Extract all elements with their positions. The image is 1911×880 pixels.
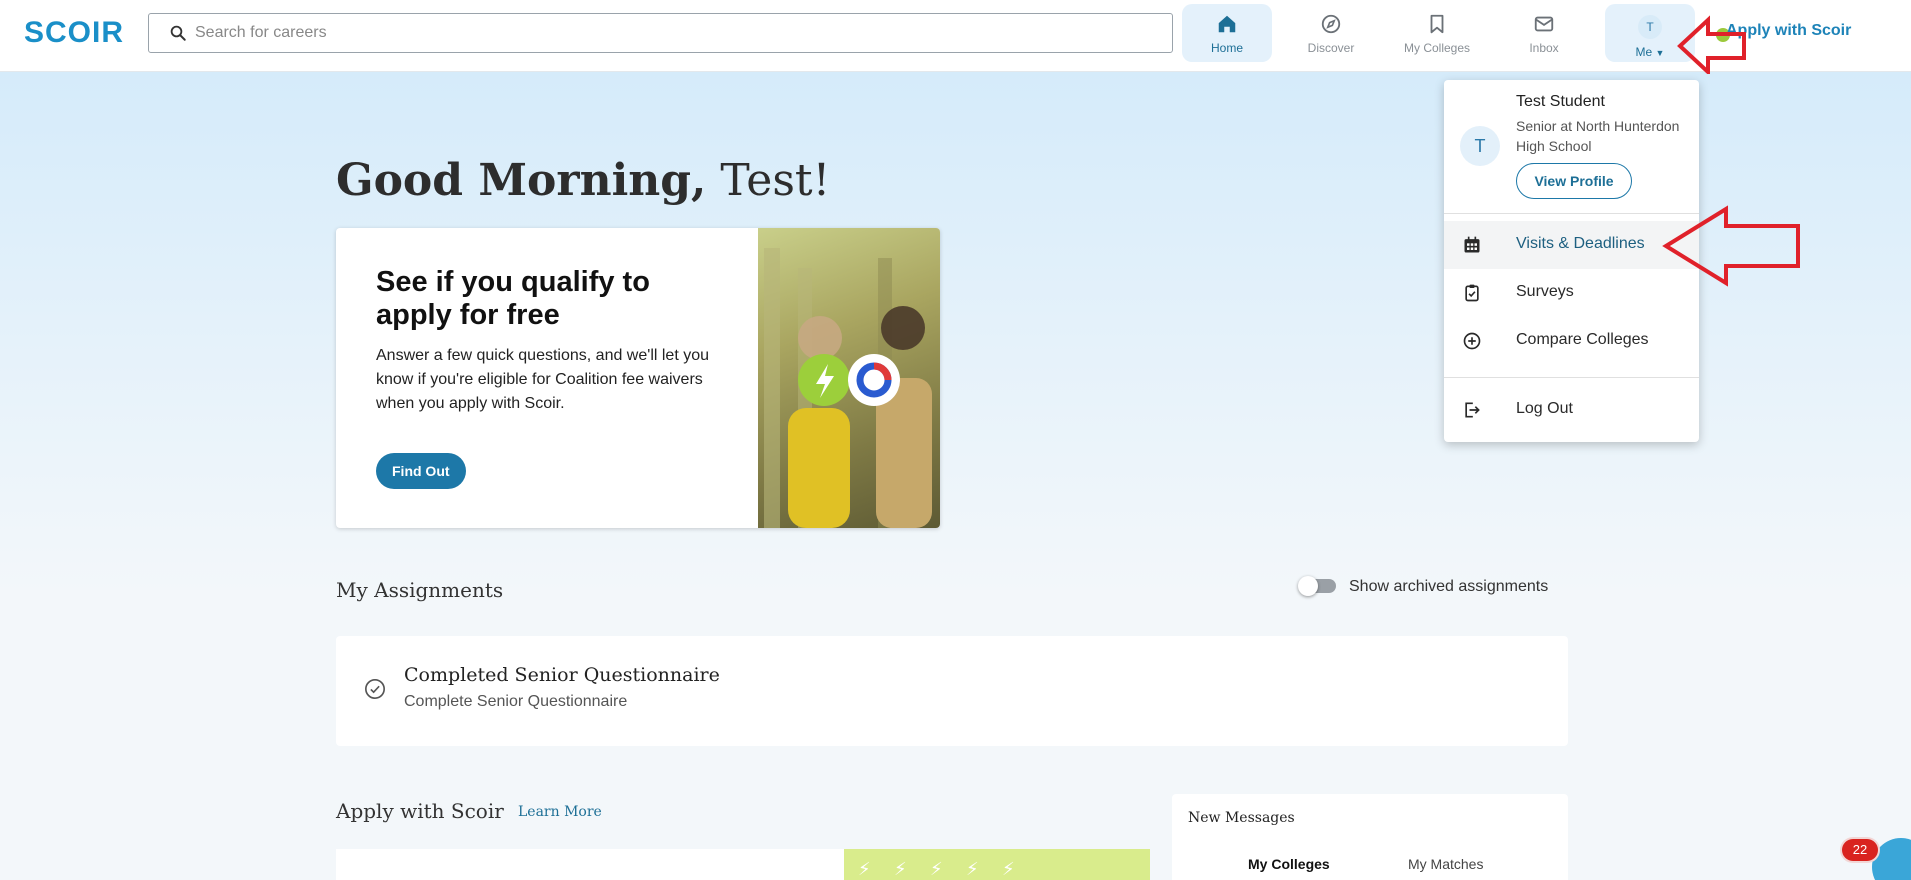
promo-illustration [764, 248, 932, 528]
students-campus-image [758, 228, 940, 528]
archived-toggle[interactable] [1298, 576, 1336, 596]
menu-item-visits-deadlines[interactable]: Visits & Deadlines [1444, 221, 1699, 269]
search-input[interactable] [195, 20, 1155, 46]
check-circle-icon [365, 679, 385, 699]
inbox-icon [1534, 16, 1554, 32]
toggle-knob [1298, 576, 1318, 596]
me-avatar: T [1638, 15, 1662, 39]
clipboard-check-icon [1465, 284, 1479, 302]
scoir-logo[interactable]: SCOIR [24, 16, 124, 50]
nav-inbox-label: Inbox [1529, 41, 1559, 55]
bolt-icon: ⚡ [930, 859, 943, 879]
plus-circle-icon [1463, 332, 1481, 350]
nav-inbox[interactable]: Inbox [1499, 4, 1589, 62]
top-nav-bar: SCOIR Home Discover My Colleges Inbox [0, 0, 1911, 72]
menu-divider [1444, 213, 1699, 214]
menu-item-log-out[interactable]: Log Out [1444, 386, 1699, 434]
compass-icon [1321, 14, 1341, 34]
new-messages-card: New Messages My Colleges My Matches [1172, 794, 1568, 880]
nav-home[interactable]: Home [1182, 4, 1272, 62]
nav-discover[interactable]: Discover [1286, 4, 1376, 62]
apply-card-banner: ⚡ ⚡ ⚡ ⚡ ⚡ [844, 849, 1150, 880]
chat-launcher[interactable] [1872, 838, 1911, 880]
greeting-name: Test! [720, 155, 831, 206]
nav-discover-label: Discover [1307, 41, 1355, 55]
me-dropdown-menu: T Test Student Senior at North Hunterdon… [1444, 80, 1699, 442]
my-assignments-heading: My Assignments [336, 578, 504, 602]
profile-school: Senior at North Hunterdon High School [1516, 118, 1680, 154]
menu-item-label: Compare Colleges [1516, 331, 1649, 348]
promo-title: See if you qualify to apply for free [376, 266, 650, 331]
annotation-arrow-me [1677, 15, 1746, 74]
search-box[interactable] [148, 13, 1173, 53]
bolt-icon: ⚡ [1002, 859, 1015, 879]
archived-toggle-label: Show archived assignments [1349, 578, 1549, 595]
menu-item-label: Log Out [1516, 400, 1573, 417]
find-out-button[interactable]: Find Out [376, 453, 466, 489]
bookmark-icon [1430, 14, 1444, 34]
calendar-icon [1464, 236, 1480, 253]
tab-my-colleges[interactable]: My Colleges [1248, 856, 1330, 872]
bolt-icon: ⚡ [894, 859, 907, 879]
menu-item-compare-colleges[interactable]: Compare Colleges [1444, 317, 1699, 365]
annotation-arrow-visits [1662, 205, 1800, 287]
view-profile-button[interactable]: View Profile [1516, 163, 1632, 199]
bolt-icon: ⚡ [966, 859, 979, 879]
nav-me-label: Me [1635, 45, 1653, 59]
profile-name: Test Student [1516, 93, 1605, 110]
nav-my-colleges[interactable]: My Colleges [1392, 4, 1482, 62]
assignment-name: Completed Senior Questionnaire [404, 664, 720, 686]
caret-down-icon: ▼ [1655, 48, 1665, 58]
nav-my-colleges-label: My Colleges [1403, 41, 1471, 55]
learn-more-link[interactable]: Learn More [518, 804, 602, 820]
logout-icon [1465, 402, 1480, 418]
greeting-heading: Good Morning, Test! [336, 155, 830, 206]
tab-my-matches[interactable]: My Matches [1408, 856, 1483, 872]
menu-item-label: Visits & Deadlines [1516, 235, 1645, 252]
assignment-subtitle: Complete Senior Questionnaire [404, 693, 628, 710]
menu-divider [1444, 377, 1699, 378]
menu-item-surveys[interactable]: Surveys [1444, 269, 1699, 317]
menu-item-label: Surveys [1516, 283, 1574, 300]
profile-avatar: T [1460, 126, 1500, 166]
apply-card: ⚡ ⚡ ⚡ ⚡ ⚡ [336, 849, 1150, 880]
chat-unread-badge: 22 [1842, 839, 1878, 861]
apply-with-scoir-heading: Apply with Scoir [336, 799, 504, 823]
nav-home-label: Home [1210, 41, 1243, 55]
search-icon [170, 25, 186, 41]
fee-waiver-promo-card: See if you qualify to apply for free Ans… [336, 228, 940, 528]
assignment-card[interactable]: Completed Senior Questionnaire Complete … [336, 636, 1568, 746]
home-icon [1218, 15, 1236, 33]
greeting-text: Good Morning, [336, 155, 707, 206]
new-messages-heading: New Messages [1188, 810, 1295, 826]
bolt-icon: ⚡ [858, 859, 871, 879]
promo-text: Answer a few quick questions, and we'll … [376, 347, 710, 412]
